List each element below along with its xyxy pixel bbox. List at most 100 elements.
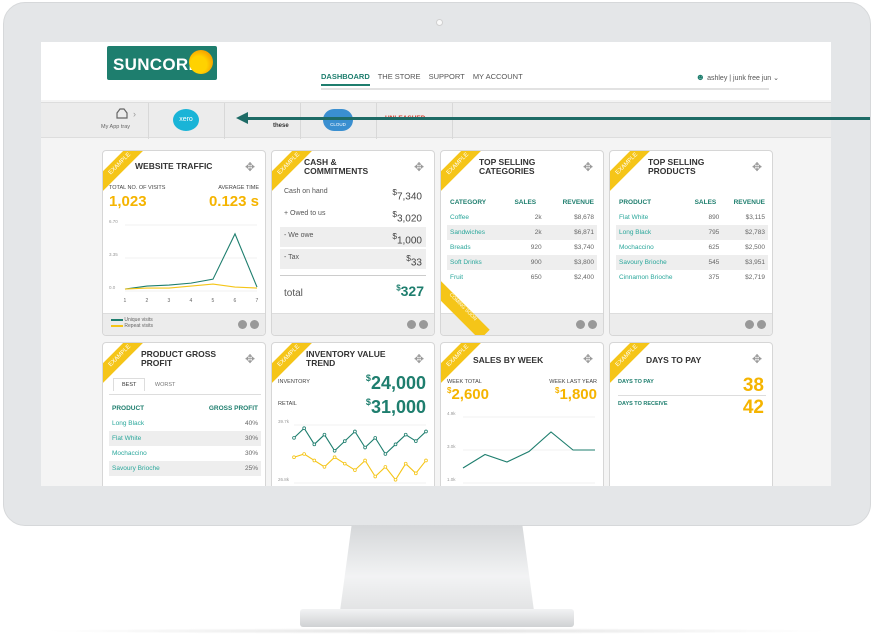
table-row: Soft Drinks 900 $3,800 (447, 255, 597, 270)
user-name: ashley | junk free jun (707, 75, 772, 82)
data-point (332, 455, 337, 460)
cash-total-label: total (284, 288, 303, 299)
info-icon[interactable] (576, 320, 585, 329)
widget-title: DAYS TO PAY (646, 355, 702, 365)
retail-label: RETAIL (278, 401, 297, 407)
traffic-legend: Unique visits Repeat visits (111, 317, 153, 329)
move-icon[interactable]: ✥ (583, 352, 593, 366)
chevron-right-icon: › (133, 109, 136, 119)
data-point (383, 465, 388, 469)
table-row: Mochaccino 30% (112, 450, 258, 457)
data-point (393, 477, 398, 482)
tab-worst[interactable]: WORST (147, 379, 183, 391)
nav-dashboard[interactable]: DASHBOARD (321, 72, 370, 86)
user-menu[interactable]: ☻ ashley | junk free jun ⌄ (696, 72, 779, 82)
app-tray-label: My App tray (101, 124, 131, 130)
table-row: Breads 920 $3,740 (450, 244, 594, 251)
screen: SUNCORP DASHBOARD THE STORE SUPPORT MY A… (41, 42, 831, 486)
cash-row: + Owed to us $3,020 (284, 209, 422, 225)
settings-icon[interactable] (588, 320, 597, 329)
legend-repeat: Repeat visits (111, 323, 153, 329)
widget-title: SALES BY WEEK (473, 355, 544, 365)
data-point (363, 445, 367, 450)
data-point (312, 458, 317, 463)
inventory-label: INVENTORY (278, 379, 310, 385)
profit-table: PRODUCT GROSS PROFIT Long Black 40% Flat W… (109, 401, 261, 476)
y-tick-label: 1.0k (447, 477, 456, 482)
data-point (403, 461, 408, 466)
widget-cash: EXAMPLE CASH & COMMITMENTS ✥ Cash on hand… (271, 150, 435, 336)
data-point (393, 442, 398, 447)
logo-text: SUNCORP (113, 55, 201, 74)
nav-my-account[interactable]: MY ACCOUNT (473, 72, 523, 81)
info-icon[interactable] (238, 320, 247, 329)
app-tray-label-cell[interactable]: › My App tray (41, 103, 149, 139)
move-icon[interactable]: ✥ (245, 352, 255, 366)
table-row: Long Black 795 $2,783 (616, 225, 768, 240)
move-icon[interactable]: ✥ (414, 160, 424, 174)
widget-top-products: EXAMPLE TOP SELLING PRODUCTS ✥ PRODUCT SAL… (609, 150, 773, 336)
tray-icon (116, 108, 128, 119)
widget-title: TOP SELLING CATEGORIES (479, 157, 536, 176)
app-cloud[interactable]: CLOUD (301, 103, 377, 139)
traffic-chart: 0.0 3.35 6.70 1 2 3 4 5 6 7 (109, 219, 259, 304)
table-row: Flat White 30% (109, 431, 261, 446)
y-tick-label: 26.8k (278, 477, 290, 482)
info-icon[interactable] (745, 320, 754, 329)
settings-icon[interactable] (250, 320, 259, 329)
week-total-value: $2,600 (447, 386, 489, 403)
pointer-arrow-head (236, 112, 248, 124)
user-icon: ☻ (695, 72, 706, 82)
data-point (424, 458, 428, 463)
pointer-arrow-line (244, 117, 870, 120)
move-icon[interactable]: ✥ (414, 352, 424, 366)
cash-row: - Tax $33 (280, 249, 426, 269)
table-row: Fruit 650 $2,400 (450, 274, 594, 281)
cash-row: Cash on hand $7,340 (284, 187, 422, 203)
table-row: Sandwiches 2k $6,871 (447, 225, 597, 240)
cloud-logo: CLOUD (323, 109, 353, 131)
total-visits-value: 1,023 (109, 193, 147, 210)
table-row: Mochaccino 625 $2,500 (619, 244, 765, 251)
suncorp-logo[interactable]: SUNCORP (107, 46, 217, 80)
main-nav: DASHBOARD THE STORE SUPPORT MY ACCOUNT (321, 72, 529, 86)
nav-support[interactable]: SUPPORT (429, 72, 465, 81)
move-icon[interactable]: ✥ (752, 160, 762, 174)
these-logo: these (273, 123, 289, 129)
app-unleashed[interactable]: UNLEASHED (377, 103, 453, 139)
data-point (322, 432, 327, 437)
monitor-base (300, 609, 574, 627)
app-tray: › My App tray xero these CLOUD UNLEASHED (41, 102, 831, 139)
data-point (414, 471, 418, 476)
data-point (403, 432, 408, 437)
camera-dot (436, 19, 443, 26)
app-xero[interactable]: xero (149, 103, 225, 139)
y-tick-label: 3.35 (109, 252, 118, 257)
profit-tabs: BEST WORST (113, 378, 183, 391)
settings-icon[interactable] (419, 320, 428, 329)
tab-best[interactable]: BEST (113, 378, 146, 391)
info-icon[interactable] (407, 320, 416, 329)
move-icon[interactable]: ✥ (752, 352, 762, 366)
data-point (373, 436, 378, 440)
settings-icon[interactable] (757, 320, 766, 329)
widget-footer: Unique visits Repeat visits (103, 313, 265, 335)
data-point (302, 426, 306, 431)
data-point (342, 461, 347, 466)
average-time-label: AVERAGE TIME (218, 185, 259, 191)
top-bar: SUNCORP DASHBOARD THE STORE SUPPORT MY A… (41, 42, 831, 100)
x-tick-label: 4 (190, 298, 193, 304)
series-line (293, 427, 427, 455)
data-point (424, 429, 428, 434)
data-point (302, 452, 306, 456)
widget-days-to-pay: EXAMPLE DAYS TO PAY ✥ DAYS TO PAY 38 DAY… (609, 342, 773, 486)
data-point (322, 465, 327, 469)
move-icon[interactable]: ✥ (583, 160, 593, 174)
data-point (383, 452, 388, 456)
y-tick-label: 0.0 (109, 285, 116, 290)
move-icon[interactable]: ✥ (245, 160, 255, 174)
x-tick-label: 7 (256, 298, 259, 304)
widget-inventory: EXAMPLE INVENTORY VALUE TREND ✥ INVENTORY… (271, 342, 435, 486)
widget-footer (272, 313, 434, 335)
nav-the-store[interactable]: THE STORE (378, 72, 421, 81)
